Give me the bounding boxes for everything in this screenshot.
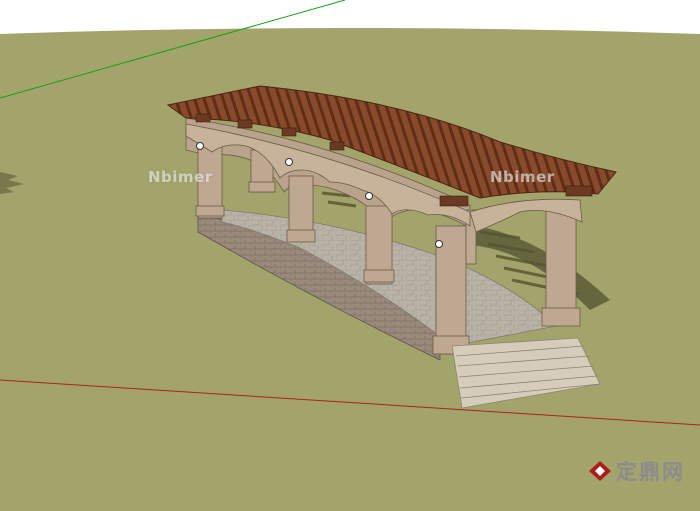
column-3-base: [286, 229, 316, 243]
sky: [0, 0, 700, 30]
column-6: [545, 209, 577, 321]
column-4-base: [363, 269, 395, 283]
site-logo: 定鼎网: [588, 456, 685, 486]
diamond-logo-icon: [589, 461, 611, 481]
column-1-base: [195, 205, 225, 217]
column-2-base: [248, 181, 276, 193]
sketchup-scene: [0, 0, 700, 511]
logo-text: 定鼎网: [616, 460, 685, 484]
column-6-base: [541, 307, 581, 327]
watermark-right: Nbimer: [490, 168, 555, 186]
watermark-left: Nbimer: [148, 168, 213, 186]
